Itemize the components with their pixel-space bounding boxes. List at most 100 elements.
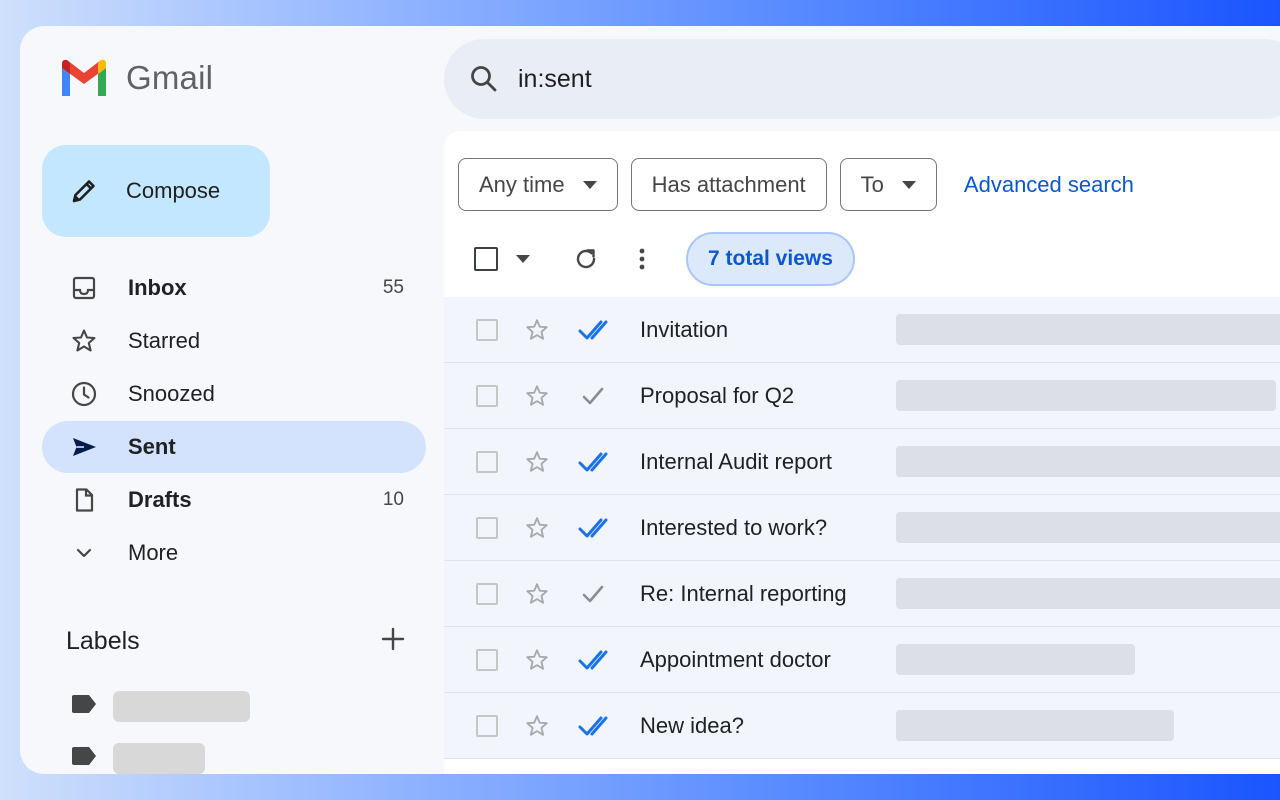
email-row[interactable]: Appointment doctor bbox=[444, 627, 1280, 693]
double-check-icon bbox=[578, 650, 608, 669]
unread-count: 55 bbox=[382, 277, 404, 298]
sidebar-item-label: More bbox=[128, 540, 179, 565]
clock-icon bbox=[71, 381, 97, 407]
email-snippet-placeholder bbox=[896, 644, 1135, 675]
refresh-icon[interactable] bbox=[572, 245, 600, 273]
row-checkbox[interactable] bbox=[476, 714, 498, 737]
email-snippet-placeholder bbox=[896, 380, 1276, 411]
list-toolbar: 7 total views bbox=[474, 231, 855, 287]
labels-header: Labels bbox=[66, 626, 406, 657]
sidebar-item-label: Starred bbox=[128, 328, 201, 353]
email-row[interactable]: Proposal for Q2 bbox=[444, 363, 1280, 429]
row-checkbox[interactable] bbox=[476, 318, 498, 341]
sidebar-item-inbox[interactable]: Inbox 55 bbox=[42, 262, 426, 314]
filter-label: Has attachment bbox=[651, 171, 806, 197]
sidebar-item-snoozed[interactable]: Snoozed bbox=[42, 368, 426, 420]
sidebar-item-starred[interactable]: Starred bbox=[42, 315, 426, 367]
email-subject: Interested to work? bbox=[640, 514, 828, 540]
plus-icon bbox=[381, 627, 405, 651]
star-icon[interactable] bbox=[524, 647, 550, 673]
inbox-icon bbox=[72, 276, 96, 300]
draft-count: 10 bbox=[382, 489, 404, 510]
advanced-search-link[interactable]: Advanced search bbox=[964, 172, 1134, 198]
double-check-icon bbox=[578, 518, 608, 537]
more-options-icon[interactable] bbox=[638, 247, 646, 271]
filter-label: Any time bbox=[479, 171, 565, 197]
email-snippet-placeholder bbox=[896, 710, 1174, 741]
email-list: Invitation Proposal for Q2 Internal Audi… bbox=[444, 297, 1280, 759]
double-check-icon bbox=[578, 320, 608, 339]
email-subject: Invitation bbox=[640, 316, 729, 342]
double-check-icon bbox=[578, 452, 608, 471]
label-tag-icon bbox=[70, 694, 98, 719]
email-row[interactable]: Re: Internal reporting bbox=[444, 561, 1280, 627]
app-name: Gmail bbox=[126, 59, 214, 96]
filter-to[interactable]: To bbox=[839, 158, 937, 211]
sidebar-item-label: Snoozed bbox=[128, 381, 215, 406]
sidebar-item-more[interactable]: More bbox=[42, 527, 426, 579]
caret-down-icon bbox=[901, 180, 916, 189]
gmail-logo[interactable]: Gmail bbox=[58, 58, 213, 98]
email-row[interactable]: New idea? bbox=[444, 693, 1280, 759]
row-checkbox[interactable] bbox=[476, 384, 498, 407]
add-label-button[interactable] bbox=[380, 626, 406, 657]
mail-list-panel: Any time Has attachment To Advanced sear… bbox=[444, 131, 1280, 774]
row-checkbox[interactable] bbox=[476, 648, 498, 671]
search-icon bbox=[471, 66, 497, 92]
draft-icon bbox=[75, 488, 94, 512]
email-snippet-placeholder bbox=[896, 314, 1280, 345]
filter-any-time[interactable]: Any time bbox=[458, 158, 618, 211]
search-input[interactable] bbox=[518, 64, 1118, 94]
email-snippet-placeholder bbox=[896, 578, 1280, 609]
star-icon[interactable] bbox=[524, 581, 550, 607]
star-icon[interactable] bbox=[524, 449, 550, 475]
send-icon bbox=[73, 438, 96, 456]
label-tag-icon bbox=[70, 746, 98, 771]
star-icon[interactable] bbox=[524, 317, 550, 343]
email-row[interactable]: Internal Audit report bbox=[444, 429, 1280, 495]
email-subject: Internal Audit report bbox=[640, 448, 833, 474]
email-subject: Appointment doctor bbox=[640, 646, 831, 672]
check-icon bbox=[582, 585, 604, 602]
double-check-icon bbox=[578, 716, 608, 735]
sidebar-item-label: Sent bbox=[128, 434, 176, 459]
select-all-checkbox[interactable] bbox=[474, 247, 498, 271]
email-row[interactable]: Interested to work? bbox=[444, 495, 1280, 561]
compose-button[interactable]: Compose bbox=[42, 145, 270, 237]
total-views-badge[interactable]: 7 total views bbox=[686, 232, 855, 286]
chevron-down-icon bbox=[76, 548, 92, 558]
sidebar-item-drafts[interactable]: Drafts 10 bbox=[42, 474, 426, 526]
search-bar[interactable] bbox=[444, 39, 1280, 119]
label-item[interactable] bbox=[70, 743, 205, 774]
caret-down-icon bbox=[582, 180, 597, 189]
star-icon[interactable] bbox=[524, 713, 550, 739]
label-name-placeholder bbox=[113, 743, 205, 774]
row-checkbox[interactable] bbox=[476, 582, 498, 605]
check-icon bbox=[582, 387, 604, 404]
row-checkbox[interactable] bbox=[476, 450, 498, 473]
pencil-icon bbox=[72, 180, 95, 203]
email-subject: Re: Internal reporting bbox=[640, 580, 847, 606]
label-item[interactable] bbox=[70, 691, 250, 722]
label-name-placeholder bbox=[113, 691, 250, 722]
email-row[interactable]: Invitation bbox=[444, 297, 1280, 363]
select-caret-icon[interactable] bbox=[516, 255, 530, 263]
row-checkbox[interactable] bbox=[476, 516, 498, 539]
compose-label: Compose bbox=[126, 178, 221, 203]
sidebar-item-label: Inbox bbox=[128, 275, 187, 300]
email-snippet-placeholder bbox=[896, 512, 1280, 543]
filter-label: To bbox=[860, 171, 884, 197]
star-icon bbox=[72, 329, 96, 352]
email-subject: New idea? bbox=[640, 712, 744, 738]
gmail-window: Gmail Compose Inbox 55 Starred Snoozed S… bbox=[20, 26, 1280, 774]
sidebar-item-sent[interactable]: Sent bbox=[42, 421, 426, 473]
sidebar-item-label: Drafts bbox=[128, 487, 192, 512]
email-snippet-placeholder bbox=[896, 446, 1280, 477]
gmail-m-icon bbox=[62, 59, 106, 96]
star-icon[interactable] bbox=[524, 383, 550, 409]
filter-has-attachment[interactable]: Has attachment bbox=[630, 158, 827, 211]
sidebar-nav: Inbox 55 Starred Snoozed Sent Drafts 10 … bbox=[42, 262, 426, 580]
labels-title: Labels bbox=[66, 627, 140, 655]
star-icon[interactable] bbox=[524, 515, 550, 541]
search-filters: Any time Has attachment To Advanced sear… bbox=[458, 158, 1134, 211]
